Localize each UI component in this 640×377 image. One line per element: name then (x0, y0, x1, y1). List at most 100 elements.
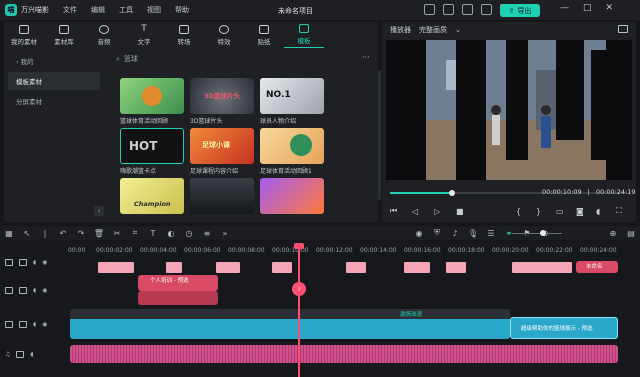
monitor-icon[interactable] (424, 4, 435, 15)
folder-icon[interactable] (16, 351, 25, 358)
redo-icon[interactable]: ↷ (72, 229, 90, 238)
text-clip-body[interactable] (138, 291, 218, 305)
list-icon[interactable]: ☰ (482, 229, 500, 238)
export-button[interactable]: ⇪ 导出 (500, 4, 540, 17)
undo-icon[interactable]: ↶ (54, 229, 72, 238)
template-card[interactable]: 篮球体育活动回顾 (120, 78, 184, 125)
template-card[interactable]: NO.1 球员人物介绍 (260, 78, 324, 125)
zoom-knob[interactable] (540, 230, 546, 236)
player-mode-select[interactable]: 播放器 (390, 25, 411, 35)
progress-knob[interactable] (448, 190, 455, 196)
stop-icon[interactable]: ■ (456, 207, 478, 216)
grid-icon[interactable]: ▦ (0, 229, 18, 238)
more-icon[interactable]: » (216, 229, 234, 238)
title-marker[interactable] (272, 262, 292, 273)
help-icon[interactable] (481, 4, 492, 15)
mute-icon[interactable]: ◖ (33, 259, 36, 266)
tab-audio[interactable]: 音频 (84, 22, 124, 48)
menu-tools[interactable]: 工具 (119, 5, 133, 15)
snapshot-icon[interactable] (618, 25, 628, 33)
grid-view-icon[interactable]: ▤ (622, 229, 640, 238)
tree-item-split-screen[interactable]: 分屏素材 (8, 92, 100, 110)
shield-icon[interactable]: ⛨ (428, 228, 446, 238)
screenshot-icon[interactable]: ◙ (576, 207, 596, 216)
menu-file[interactable]: 文件 (63, 5, 77, 15)
minimize-icon[interactable]: — (560, 3, 569, 13)
menu-help[interactable]: 帮助 (175, 5, 189, 15)
playhead[interactable] (298, 244, 300, 377)
cloud-icon[interactable] (462, 4, 473, 15)
tab-sticker[interactable]: 贴纸 (244, 22, 284, 48)
tab-effects[interactable]: 特效 (204, 22, 244, 48)
title-marker[interactable] (166, 262, 182, 273)
speed-icon[interactable]: ◷ (180, 229, 198, 238)
title-marker[interactable] (98, 262, 134, 273)
mute-icon[interactable]: ◖ (33, 321, 36, 328)
title-marker[interactable] (216, 262, 240, 273)
save-icon[interactable] (443, 4, 454, 15)
playhead-marker-icon[interactable]: ≀ (292, 282, 306, 296)
quality-select[interactable]: 完整画质 (419, 25, 447, 35)
title-marker[interactable] (446, 262, 466, 273)
title-marker[interactable] (512, 262, 572, 273)
menu-edit[interactable]: 编辑 (91, 5, 105, 15)
eye-icon[interactable]: ◉ (42, 321, 47, 328)
tab-library[interactable]: 素材库 (44, 22, 84, 48)
more-options-icon[interactable]: ··· (362, 53, 370, 62)
title-marker[interactable] (346, 262, 366, 273)
tree-item-mine[interactable]: › 我的 (8, 52, 100, 70)
play-icon[interactable]: ▷ (434, 207, 456, 216)
menu-view[interactable]: 视图 (147, 5, 161, 15)
search-bar[interactable]: ⌕ 篮球 (116, 53, 366, 65)
folder-icon[interactable] (19, 259, 27, 266)
delete-icon[interactable]: 🗑 (90, 229, 108, 238)
tab-transition[interactable]: 转场 (164, 22, 204, 48)
timeline-ruler[interactable]: 00:00 00:00:02:00 00:00:04:00 00:00:06:0… (66, 241, 640, 255)
playhead-handle[interactable] (294, 243, 304, 249)
template-card[interactable]: HOT 嗨歌潮篮卡点 (120, 128, 184, 175)
render-icon[interactable]: ◉ (410, 229, 428, 238)
tree-item-template-media[interactable]: 模板素材 (8, 72, 100, 90)
zoom-slider[interactable] (512, 233, 562, 234)
search-input[interactable]: 篮球 (124, 54, 138, 64)
title-marker[interactable] (404, 262, 430, 273)
prev-frame-icon[interactable]: ⏮ (390, 206, 412, 216)
folder-icon[interactable] (19, 321, 27, 328)
voice-icon[interactable]: ♪ (446, 229, 464, 238)
template-card[interactable]: 3D篮球片头 3D篮球片头 (190, 78, 254, 125)
color-icon[interactable]: ◐ (162, 229, 180, 238)
main-video-clip[interactable]: 超级帮助你的篮球展示 - 预选 (510, 317, 618, 339)
collapse-sidebar-button[interactable]: ‹ (94, 206, 104, 216)
audio-clip[interactable] (70, 345, 618, 363)
volume-icon[interactable]: ◖ (596, 207, 616, 216)
close-icon[interactable]: ✕ (606, 3, 614, 13)
mark-out-icon[interactable]: } (536, 207, 556, 216)
video-preview[interactable] (386, 40, 632, 180)
track3-end-clip[interactable]: 未命名 (576, 261, 618, 273)
video-track-clips[interactable]: 激情球速 (70, 309, 510, 339)
template-card[interactable] (260, 178, 324, 214)
crop-icon[interactable]: ⌗ (126, 228, 144, 238)
tab-text[interactable]: T 文字 (124, 22, 164, 48)
mute-icon[interactable]: ◖ (30, 351, 33, 358)
rewind-icon[interactable]: ◁ (412, 207, 434, 216)
template-card[interactable]: 足球小课 足球课程内容介绍 (190, 128, 254, 175)
select-tool-icon[interactable]: ↖ (18, 229, 36, 238)
adjust-icon[interactable]: ≡ (198, 229, 216, 238)
eye-icon[interactable]: ◉ (42, 259, 47, 266)
text-tool-icon[interactable]: T (144, 229, 162, 238)
mute-icon[interactable]: ◖ (33, 287, 36, 294)
tab-my-media[interactable]: 我的素材 (4, 22, 44, 48)
eye-icon[interactable]: ◉ (42, 287, 47, 294)
monitor-icon[interactable]: ▭ (556, 207, 576, 216)
tab-template[interactable]: 模板 (284, 22, 324, 48)
text-clip[interactable]: 个人培训 - 预选 (138, 275, 218, 291)
template-card[interactable]: 足球体育活动回顾1 (260, 128, 324, 175)
template-card[interactable] (190, 178, 254, 214)
mark-in-icon[interactable]: { (516, 207, 536, 216)
fullscreen-icon[interactable]: ⛶ (616, 206, 630, 216)
zoom-in-icon[interactable]: ⊕ (604, 229, 622, 238)
maximize-icon[interactable]: □ (583, 3, 592, 13)
vertical-scrollbar[interactable] (378, 70, 381, 200)
mic-icon[interactable]: 🎙 (464, 229, 482, 238)
